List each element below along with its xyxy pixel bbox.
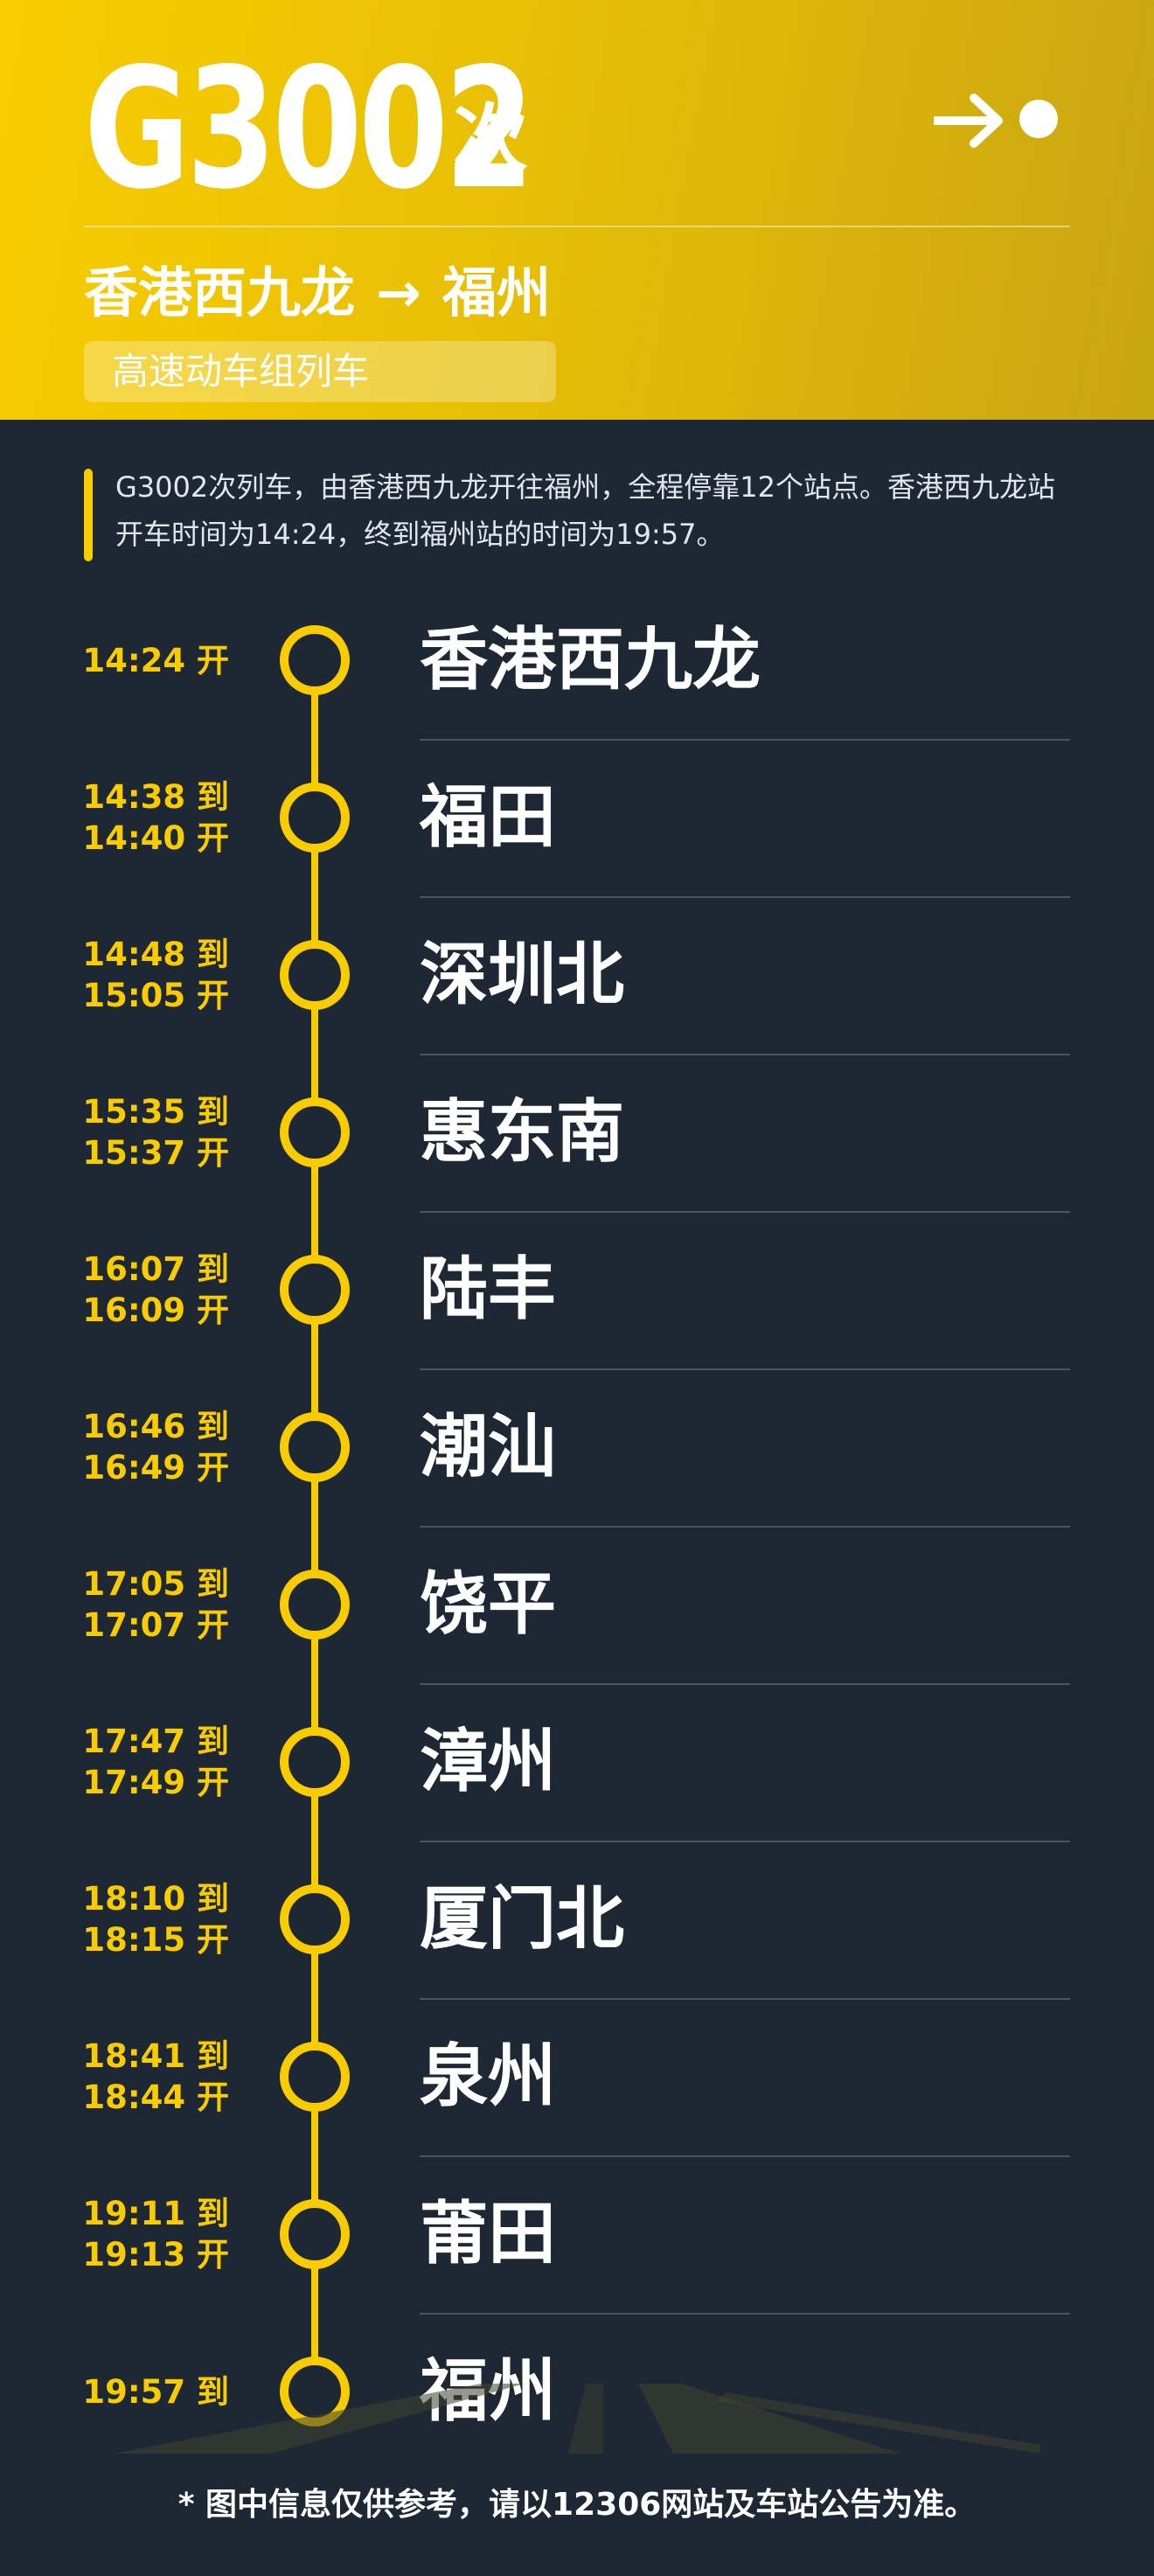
stop-times: 14:24 开 [82, 620, 229, 700]
stop-time-primary: 18:10 到 [82, 1880, 229, 1918]
stop-time-secondary: 17:49 开 [82, 1764, 229, 1801]
station-name: 漳州 [420, 1723, 557, 1801]
train-type-badge: 高速动车组列车 [84, 341, 556, 402]
stop-time-primary: 17:05 到 [82, 1565, 229, 1603]
footnote: * 图中信息仅供参考，请以12306网站及车站公告为准。 [177, 2487, 977, 2523]
station-name: 福田 [420, 778, 557, 857]
stop-divider [420, 1368, 1070, 1370]
stop-times: 18:41 到 18:44 开 [82, 2036, 229, 2117]
station-name: 厦门北 [420, 1880, 625, 1959]
stop-divider [420, 1998, 1070, 2000]
stop-times: 19:11 到 19:13 开 [82, 2194, 229, 2274]
road-decoration [114, 2384, 1040, 2454]
stop-time-primary: 16:46 到 [82, 1408, 229, 1445]
arrow-right-dot-icon [934, 94, 1058, 148]
route-origin: 香港西九龙 [84, 261, 356, 324]
station-node-icon [280, 783, 350, 853]
station-node-icon [280, 1097, 350, 1167]
route-arrow-icon: → [376, 261, 421, 324]
station-name: 深圳北 [420, 936, 625, 1014]
route-title: 香港西九龙 → 福州 [84, 254, 551, 332]
stop-time-secondary: 16:09 开 [82, 1291, 229, 1329]
stop-divider [420, 896, 1070, 898]
intro-text: G3002次列车，由香港西九龙开往福州，全程停靠12个站点。香港西九龙站开车时间… [115, 470, 1055, 551]
stop-time-primary: 16:07 到 [82, 1250, 229, 1288]
station-node-icon [280, 1884, 350, 1954]
station-node-icon [280, 1727, 350, 1797]
stop-divider [420, 739, 1070, 741]
stop-time-secondary: 15:05 开 [82, 977, 229, 1014]
station-node-icon [280, 625, 350, 695]
station-name: 陆丰 [420, 1250, 557, 1329]
stop-divider [420, 1526, 1070, 1528]
stop-times: 16:07 到 16:09 开 [82, 1250, 229, 1330]
stop-divider [420, 2313, 1070, 2315]
stop-times: 16:46 到 16:49 开 [82, 1407, 229, 1487]
stop-time-secondary: 15:37 开 [82, 1134, 229, 1172]
station-node-icon [280, 1412, 350, 1482]
stop-time-primary: 15:35 到 [82, 1093, 229, 1131]
header-banner: G3002 次 香港西九龙 → 福州 高速动车组列车 [0, 0, 1154, 420]
stop-time-secondary: 16:49 开 [82, 1449, 229, 1486]
stop-time-primary: 14:24 开 [82, 641, 229, 679]
stop-time-secondary: 18:44 开 [82, 2078, 229, 2116]
station-name: 莆田 [420, 2195, 557, 2273]
station-name: 惠东南 [420, 1093, 625, 1172]
stop-times: 15:35 到 15:37 开 [82, 1092, 229, 1173]
stop-time-secondary: 14:40 开 [82, 819, 229, 857]
stop-time-secondary: 17:07 开 [82, 1606, 229, 1644]
station-name: 饶平 [420, 1565, 557, 1644]
train-number-suffix: 次 [453, 96, 528, 184]
station-node-icon [280, 940, 350, 1010]
station-name: 潮汕 [420, 1408, 557, 1486]
stop-times: 14:48 到 15:05 开 [82, 935, 229, 1015]
stop-time-primary: 19:11 到 [82, 2195, 229, 2232]
stop-time-secondary: 19:13 开 [82, 2236, 229, 2273]
stop-time-primary: 14:48 到 [82, 936, 229, 973]
station-node-icon [280, 1255, 350, 1325]
stop-times: 17:47 到 17:49 开 [82, 1722, 229, 1802]
stop-times: 18:10 到 18:15 开 [82, 1879, 229, 1960]
stop-times: 14:38 到 14:40 开 [82, 777, 229, 858]
stop-time-primary: 17:47 到 [82, 1723, 229, 1760]
station-node-icon [280, 2042, 350, 2112]
station-node-icon [280, 1570, 350, 1640]
header-divider [84, 226, 1070, 227]
stop-divider [420, 1841, 1070, 1842]
stop-times: 17:05 到 17:07 开 [82, 1564, 229, 1645]
station-name: 泉州 [420, 2037, 557, 2116]
intro-accent-bar [84, 469, 93, 561]
station-name: 香港西九龙 [420, 621, 761, 700]
station-node-icon [280, 2199, 350, 2269]
stop-time-primary: 18:41 到 [82, 2037, 229, 2075]
stop-divider [420, 1683, 1070, 1685]
stop-divider [420, 1054, 1070, 1055]
stop-time-secondary: 18:15 开 [82, 1921, 229, 1959]
route-destination: 福州 [441, 261, 551, 324]
stop-divider [420, 1211, 1070, 1213]
stop-time-primary: 14:38 到 [82, 778, 229, 816]
stop-divider [420, 2155, 1070, 2157]
